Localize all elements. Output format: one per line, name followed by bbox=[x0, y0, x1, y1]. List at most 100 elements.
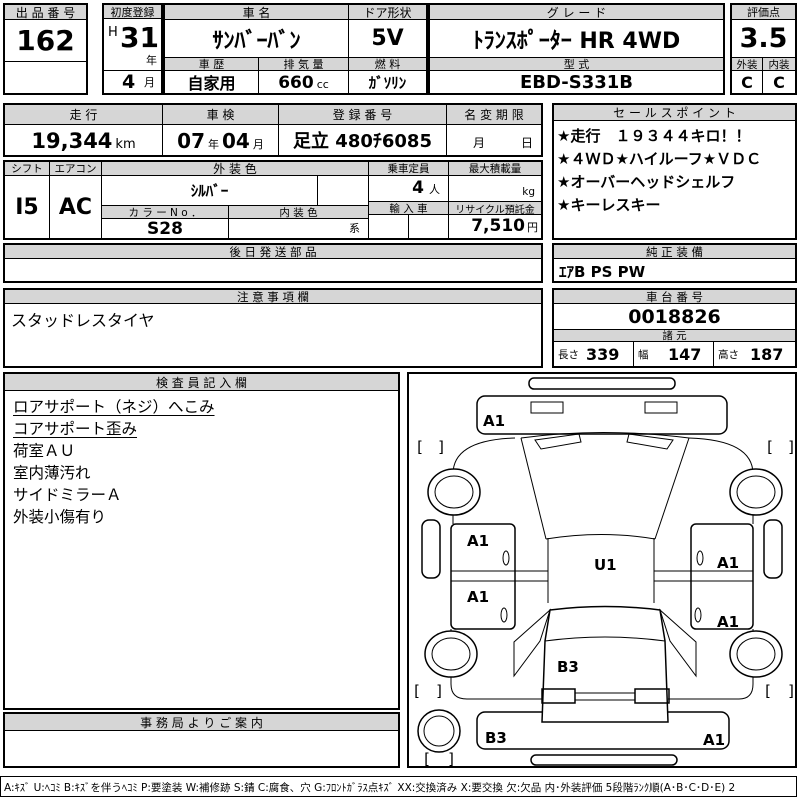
auction-number-value: 162 bbox=[5, 20, 86, 62]
first-registration-year-cell: H 31 年 bbox=[104, 19, 161, 71]
year-unit: 年 bbox=[146, 52, 157, 68]
mileage-cell: 19,344 km bbox=[5, 125, 163, 155]
inspector-panel: 検 査 員 記 入 欄 ロアサポート（ネジ）へこみ コアサポート歪み 荷室ＡＵ … bbox=[3, 372, 400, 710]
sales-point-line: ★オーバーヘッドシェルフ bbox=[557, 171, 792, 194]
exterior-color-sub-cell bbox=[318, 176, 369, 206]
score-value: 3.5 bbox=[732, 20, 795, 58]
equipment-panel: 純 正 装 備 ｴｱB PS PW bbox=[552, 243, 797, 283]
inspector-line: ロアサポート（ネジ）へこみ bbox=[13, 396, 390, 418]
width-label: 幅 bbox=[638, 347, 649, 362]
score-header: 評価点 bbox=[732, 5, 795, 20]
grade-value: ﾄﾗﾝｽﾎﾟｰﾀｰ HR 4WD bbox=[430, 20, 723, 58]
left-rear-wheel bbox=[425, 631, 477, 677]
legend-bar: A:ｷｽﾞ U:ﾍｺﾐ B:ｷｽﾞを伴うﾍｺﾐ P:要塗装 W:補修跡 S:錆 … bbox=[0, 776, 797, 797]
color-number-value: S28 bbox=[102, 219, 229, 238]
right-rear-door-damage-label: A1 bbox=[717, 613, 739, 631]
exterior-color-header: 外 装 色 bbox=[102, 162, 369, 176]
auction-number-table: 出 品 番 号 162 bbox=[3, 3, 88, 95]
dimension-width-cell: 幅 147 bbox=[634, 342, 714, 366]
capacity-value: 4 bbox=[412, 178, 424, 198]
shaken-month: 04 bbox=[222, 129, 250, 153]
interior-grade-value: C bbox=[763, 71, 795, 93]
car-name-table: 車 名 ドア形状 ｻﾝﾊﾞｰﾊﾞﾝ 5V 車 歴 排 気 量 燃 料 自家用 6… bbox=[163, 3, 428, 95]
later-parts-header: 後 日 発 送 部 品 bbox=[5, 245, 541, 259]
rename-month-unit: 月 bbox=[473, 134, 485, 151]
right-front-door-damage-label: A1 bbox=[717, 554, 739, 572]
left-mirror-bracket-close: ] bbox=[437, 438, 446, 456]
first-registration-month: 4 bbox=[122, 71, 135, 93]
door-shape-header: ドア形状 bbox=[349, 5, 426, 20]
exterior-color-value: ｼﾙﾊﾞｰ bbox=[102, 176, 318, 206]
car-history-value: 自家用 bbox=[165, 71, 259, 93]
left-sill-strip bbox=[422, 520, 440, 578]
height-label: 高さ bbox=[718, 347, 739, 362]
model-code-value: EBD-S331B bbox=[430, 71, 723, 93]
car-name-header: 車 名 bbox=[165, 5, 349, 20]
office-notice-header: 事 務 局 よ り ご 案 内 bbox=[5, 714, 398, 731]
inspector-line: 荷室ＡＵ bbox=[13, 440, 390, 462]
recycle-deposit-unit: 円 bbox=[527, 219, 538, 235]
sales-point-line: ★４ＷＤ★ハイルーフ★ＶＤＣ bbox=[557, 148, 792, 171]
sales-point-line: ★キーレスキー bbox=[557, 194, 792, 217]
office-notice-body bbox=[5, 731, 398, 766]
caution-value: スタッドレスタイヤ bbox=[5, 304, 541, 366]
interior-color-cell: 系 bbox=[229, 219, 369, 238]
front-grille-right bbox=[645, 402, 677, 413]
recycle-deposit-header: リサイクル預託金 bbox=[449, 202, 541, 215]
left-mirror-bracket-open: [ bbox=[415, 438, 424, 456]
chassis-number-header: 車 台 番 号 bbox=[554, 290, 795, 304]
shaken-header: 車 検 bbox=[163, 105, 279, 125]
office-notice-panel: 事 務 局 よ り ご 案 内 bbox=[3, 712, 400, 768]
mid-left-bracket-close: ] bbox=[435, 682, 444, 700]
sales-points-body: ★走行 １９３４４キロ！！ ★４ＷＤ★ハイルーフ★ＶＤＣ ★オーバーヘッドシェル… bbox=[554, 121, 795, 238]
wiper-left bbox=[535, 434, 581, 449]
inspector-line: サイドミラーＡ bbox=[13, 484, 390, 506]
length-label: 長さ bbox=[558, 347, 579, 362]
mileage-unit: km bbox=[115, 137, 135, 152]
caution-panel: 注 意 事 項 欄 スタッドレスタイヤ bbox=[3, 288, 543, 368]
inspector-line: 外装小傷有り bbox=[13, 506, 390, 528]
mileage-table: 走 行 車 検 登 録 番 号 名 変 期 限 19,344 km 07 年 0… bbox=[3, 103, 543, 157]
first-registration-year: 31 bbox=[120, 21, 159, 54]
windshield-side-right bbox=[655, 438, 689, 539]
import-header: 輸 入 車 bbox=[369, 202, 449, 215]
auction-sheet: 出 品 番 号 162 初度登録 H 31 年 4 月 車 名 ドア形状 ｻﾝﾊ… bbox=[0, 0, 800, 800]
displacement-unit: cc bbox=[317, 78, 329, 91]
roof-front-edge bbox=[546, 535, 655, 540]
mileage-header: 走 行 bbox=[5, 105, 163, 125]
left-rear-door-damage-label: A1 bbox=[467, 588, 489, 606]
first-registration-table: 初度登録 H 31 年 4 月 bbox=[102, 3, 163, 95]
displacement-value: 660 bbox=[278, 73, 314, 93]
registration-number-value: 足立 480ﾁ6085 bbox=[279, 125, 447, 155]
width-value: 147 bbox=[668, 345, 701, 364]
shaken-month-unit: 月 bbox=[253, 136, 264, 152]
inspector-line: 室内薄汚れ bbox=[13, 462, 390, 484]
dimensions-header: 諸 元 bbox=[554, 330, 795, 342]
inspector-header: 検 査 員 記 入 欄 bbox=[5, 374, 398, 391]
interior-color-suffix: 系 bbox=[349, 220, 360, 236]
rear-bumper-left-damage-label: B3 bbox=[485, 729, 507, 747]
fuel-header: 燃 料 bbox=[349, 58, 426, 71]
recycle-deposit-cell: 7,510 円 bbox=[449, 215, 541, 238]
front-panel-damage-label: A1 bbox=[483, 412, 505, 430]
shift-header: シフト bbox=[5, 162, 50, 176]
shaken-cell: 07 年 04 月 bbox=[163, 125, 279, 155]
mid-right-bracket-close: ] bbox=[787, 682, 795, 700]
max-load-header: 最大積載量 bbox=[449, 162, 541, 176]
front-bumper-top-strip bbox=[529, 378, 675, 389]
right-front-door-handle bbox=[697, 551, 703, 565]
door-shape-value: 5V bbox=[349, 20, 426, 58]
import-cell-left bbox=[369, 215, 409, 238]
month-unit: 月 bbox=[144, 74, 155, 90]
first-registration-month-cell: 4 月 bbox=[104, 71, 161, 93]
registration-number-header: 登 録 番 号 bbox=[279, 105, 447, 125]
max-load-unit: kg bbox=[522, 186, 535, 198]
chassis-number-value: 0018826 bbox=[554, 304, 795, 330]
left-rear-door-handle bbox=[501, 608, 507, 622]
capacity-cell: 4 人 bbox=[369, 176, 449, 202]
left-front-wheel bbox=[428, 469, 480, 515]
grade-table: グ レ ー ド ﾄﾗﾝｽﾎﾟｰﾀｰ HR 4WD 型 式 EBD-S331B bbox=[428, 3, 725, 95]
car-history-header: 車 歴 bbox=[165, 58, 259, 71]
later-parts-panel: 後 日 発 送 部 品 bbox=[3, 243, 543, 283]
aircon-header: エアコン bbox=[50, 162, 102, 176]
